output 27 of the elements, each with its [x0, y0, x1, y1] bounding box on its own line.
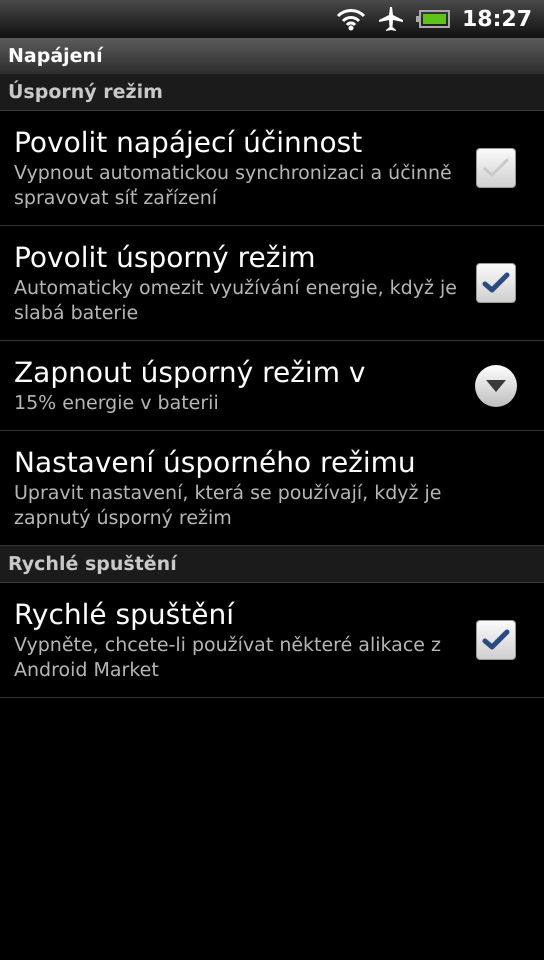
- checkbox[interactable]: [476, 263, 516, 303]
- check-icon: [482, 157, 510, 179]
- wifi-icon: [336, 7, 366, 31]
- item-title: Povolit napájecí účinnost: [14, 125, 364, 161]
- item-summary: 15% energie v baterii: [14, 391, 220, 416]
- item-title: Nastavení úsporného režimu: [14, 445, 417, 481]
- item-summary: Vypnout automatickou synchronizaci a účinně spravovat síť zařízení: [14, 161, 453, 211]
- item-summary: Vypněte, chcete-li používat některé alikace z Android Market: [14, 633, 442, 683]
- check-icon: [482, 272, 510, 294]
- item-title: Zapnout úsporný režim v: [14, 355, 366, 391]
- item-title: Povolit úsporný režim: [14, 240, 317, 276]
- item-summary: Automaticky omezit využívání energie, když je slabá baterie: [14, 276, 458, 326]
- preference-item[interactable]: Zapnout úsporný režim v 15% energie v baterii: [0, 341, 544, 431]
- check-icon: [482, 629, 510, 651]
- checkbox[interactable]: [476, 620, 516, 660]
- airplane-icon: [378, 6, 404, 32]
- preference-item[interactable]: Rychlé spuštění Vypněte, chcete-li používat některé alikace z Android Market: [0, 583, 544, 698]
- preference-item[interactable]: Povolit úsporný režim Automaticky omezit využívání energie, když je slabá baterie: [0, 226, 544, 341]
- clock: 18:27: [462, 6, 532, 34]
- dropdown-button[interactable]: [475, 364, 517, 406]
- battery-icon: [416, 10, 450, 28]
- screen-title: Napájení: [8, 44, 103, 69]
- caret-icon: [486, 380, 506, 392]
- item-summary: Upravit nastavení, která se používají, když je zapnutý úsporný režim: [14, 481, 442, 531]
- section-title: Úsporný režim: [8, 79, 163, 105]
- section-title: Rychlé spuštění: [8, 552, 177, 577]
- item-title: Rychlé spuštění: [14, 597, 236, 633]
